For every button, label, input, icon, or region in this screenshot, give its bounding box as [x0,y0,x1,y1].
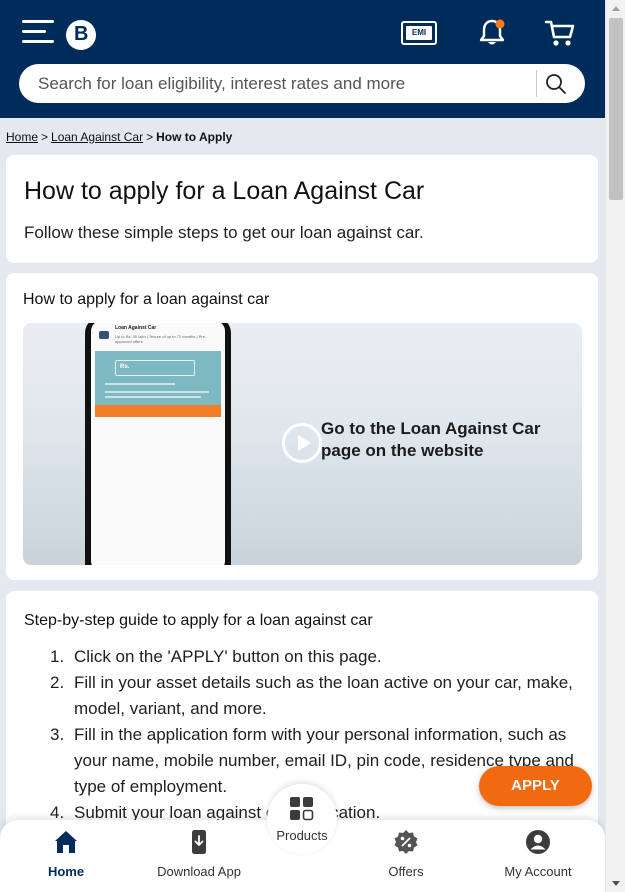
search-bar[interactable]: Search for loan eligibility, interest ra… [19,64,585,103]
video-player[interactable]: Loan Against Car Up to Rs. 30 lakh | Ten… [23,323,582,565]
logo[interactable]: B [66,20,96,50]
scrollbar[interactable] [605,0,625,892]
phone-screen-subtitle: Up to Rs. 30 lakh | Tenure of up to 72 m… [115,334,207,344]
scrollbar-thumb[interactable] [609,18,623,200]
emi-label: EMI [406,26,432,40]
scroll-up-icon[interactable] [612,6,620,11]
scroll-down-icon[interactable] [612,881,620,886]
page-title: How to apply for a Loan Against Car [24,177,425,205]
products-grid-icon [290,797,314,821]
home-icon [55,831,77,853]
breadcrumb-home[interactable]: Home [6,130,38,144]
notification-dot [495,19,505,29]
menu-icon[interactable] [22,20,56,44]
nav-home[interactable]: Home [6,820,126,892]
cart-icon[interactable] [544,18,576,48]
breadcrumb: Home > Loan Against Car > How to Apply [6,130,232,144]
nav-account-label: My Account [504,864,572,879]
nav-home-label: Home [47,864,85,879]
step-text: Fill in your asset details such as the l… [74,673,573,718]
nav-download-label: Download App [157,864,241,879]
header: B EMI Search for loan eligibility, inter… [0,0,605,118]
nav-download-app[interactable]: Download App [139,820,259,892]
emi-calculator-icon[interactable]: EMI [401,21,437,45]
list-item: 1. Click on the 'APPLY' button on this pa… [24,644,584,670]
phone-input-prefix: Rs. [120,364,130,370]
page: B EMI Search for loan eligibility, inter… [0,0,605,892]
breadcrumb-current: How to Apply [156,130,233,144]
apply-button[interactable]: APPLY [479,766,592,806]
breadcrumb-separator: > [146,130,154,144]
guide-title: Step-by-step guide to apply for a loan a… [24,612,373,629]
step-number: 1. [50,647,65,666]
car-icon [99,331,109,339]
nav-products[interactable]: Products [267,784,337,854]
nav-my-account[interactable]: My Account [478,820,598,892]
phone-illustration: Loan Against Car Up to Rs. 30 lakh | Ten… [85,323,231,565]
phone-screen: Loan Against Car Up to Rs. 30 lakh | Ten… [91,323,225,565]
intro-card: How to apply for a Loan Against Car Foll… [6,155,598,263]
breadcrumb-loan-against-car[interactable]: Loan Against Car [51,130,143,144]
breadcrumb-separator: > [41,130,49,144]
bell-icon[interactable] [478,18,506,48]
account-icon [526,830,550,854]
video-card: How to apply for a loan against car Loan… [6,273,598,580]
nav-products-label: Products [276,828,328,843]
search-input[interactable]: Search for loan eligibility, interest ra… [38,74,405,94]
search-icon[interactable] [545,73,567,95]
phone-download-icon [192,830,206,854]
logo-letter: B [74,23,89,45]
step-number: 2. [50,673,65,692]
discount-icon [394,830,418,854]
step-text: Click on the 'APPLY' button on this page… [74,647,382,666]
nav-offers[interactable]: Offers [346,820,466,892]
step-number: 3. [50,725,65,744]
play-icon[interactable] [282,423,322,463]
phone-apply-bar [95,405,221,417]
page-subtitle: Follow these simple steps to get our loa… [24,223,424,242]
list-item: 2. Fill in your asset details such as the… [24,670,584,722]
search-divider [536,70,537,97]
phone-amount-input: Rs. [115,360,195,376]
phone-screen-title: Loan Against Car [115,325,157,331]
video-section-title: How to apply for a loan against car [23,291,270,308]
nav-offers-label: Offers [388,864,424,879]
video-caption: Go to the Loan Against Car page on the w… [321,419,541,460]
